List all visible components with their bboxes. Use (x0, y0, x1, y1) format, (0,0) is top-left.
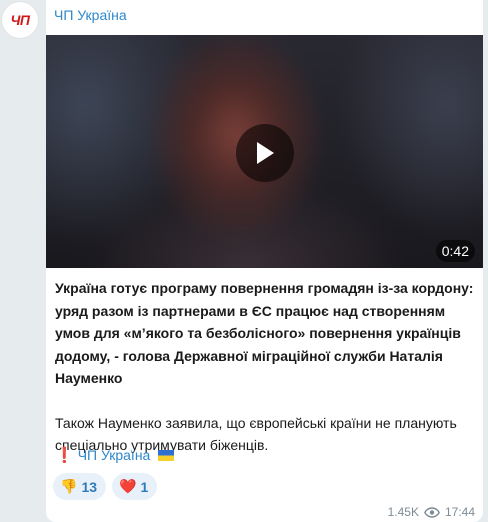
play-icon (257, 142, 274, 164)
avatar-logo-text: ЧП (10, 12, 30, 28)
message-meta: 1.45K 17:44 (388, 505, 475, 519)
signature-link[interactable]: ЧП Україна (78, 447, 151, 463)
message-time: 17:44 (444, 505, 475, 519)
play-button[interactable] (236, 124, 294, 182)
video-duration: 0:42 (435, 240, 475, 262)
post-headline: Україна готує програму повернення громад… (55, 280, 474, 386)
heart-icon: ❤️ (119, 478, 137, 494)
message-bubble: ЧП Україна 0:42 Україна готує програму п… (46, 0, 483, 522)
post-text: Україна готує програму повернення громад… (55, 277, 475, 457)
reaction-heart[interactable]: ❤️ 1 (112, 473, 158, 500)
video-player[interactable]: 0:42 (46, 35, 483, 268)
channel-name-link[interactable]: ЧП Україна (54, 7, 127, 23)
reactions-bar: 👎 13 ❤️ 1 (53, 473, 158, 500)
post-signature: ❗ ЧП Україна (55, 446, 175, 464)
view-count: 1.45K (387, 505, 419, 519)
reaction-count: 13 (81, 478, 98, 495)
thumbs-down-icon: 👎 (60, 478, 78, 494)
exclamation-icon: ❗ (55, 447, 74, 464)
reaction-thumbs-down[interactable]: 👎 13 (53, 473, 107, 500)
eye-icon (423, 506, 440, 518)
ukraine-flag-icon (158, 449, 175, 461)
channel-avatar[interactable]: ЧП (2, 2, 38, 38)
reaction-count: 1 (140, 478, 149, 495)
